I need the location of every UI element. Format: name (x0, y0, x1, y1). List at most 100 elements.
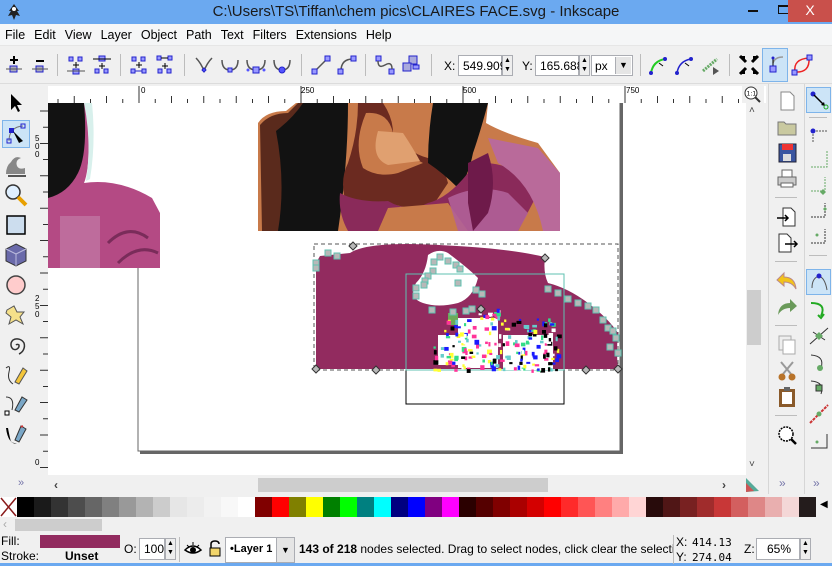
path-node[interactable] (324, 249, 332, 257)
path-node[interactable] (612, 334, 620, 342)
path-node[interactable] (444, 257, 452, 265)
save-icon[interactable] (775, 141, 799, 165)
selector-tool-icon[interactable] (3, 90, 29, 116)
node-x-input[interactable]: 549.909 (458, 55, 506, 76)
palette-swatch[interactable] (391, 497, 408, 517)
palette-swatch[interactable] (357, 497, 374, 517)
path-node[interactable] (472, 286, 480, 294)
path-node[interactable] (544, 285, 552, 293)
snap-bbox-midpoint-icon[interactable] (807, 199, 831, 223)
horizontal-scroll-thumb[interactable] (258, 478, 548, 492)
palette-swatch[interactable] (663, 497, 680, 517)
node-tool-icon[interactable] (2, 120, 30, 148)
path-node[interactable] (412, 284, 420, 292)
palette-swatch[interactable] (272, 497, 289, 517)
palette-swatch[interactable] (425, 497, 442, 517)
path-node[interactable] (609, 327, 617, 335)
path-node[interactable] (420, 281, 428, 289)
path-node[interactable] (454, 279, 462, 287)
palette-swatch[interactable] (680, 497, 697, 517)
palette-swatch[interactable] (493, 497, 510, 517)
menu-text[interactable]: Text (216, 24, 248, 42)
palette-swatch[interactable] (119, 497, 136, 517)
palette-swatch[interactable] (442, 497, 459, 517)
unit-select[interactable]: px ▼ (591, 55, 633, 76)
path-node[interactable] (574, 299, 582, 307)
node-y-input[interactable]: 165.688 (535, 55, 583, 76)
palette-swatch[interactable] (221, 497, 238, 517)
break-path-icon[interactable] (90, 53, 114, 77)
palette-menu-icon[interactable]: ◀ (820, 499, 828, 510)
spiral-tool-icon[interactable] (3, 332, 29, 358)
next-path-effect-param-icon[interactable] (647, 53, 671, 77)
node-x-spinner[interactable]: ▲ ▼ (502, 55, 513, 76)
calligraphy-tool-icon[interactable] (3, 422, 29, 448)
node-y-spinner[interactable]: ▲ ▼ (579, 55, 590, 76)
menu-path[interactable]: Path (181, 24, 216, 42)
make-smooth-icon[interactable] (218, 53, 242, 77)
undo-icon[interactable] (775, 269, 799, 293)
palette-swatch[interactable] (153, 497, 170, 517)
palette-swatch[interactable] (102, 497, 119, 517)
palette-swatch[interactable] (527, 497, 544, 517)
snap-bbox-edge-icon[interactable] (807, 147, 831, 171)
opacity-input[interactable]: 100 (139, 538, 165, 560)
palette-swatch[interactable] (731, 497, 748, 517)
palette-swatch[interactable] (646, 497, 663, 517)
new-document-icon[interactable] (775, 89, 799, 113)
rectangle-tool-icon[interactable] (3, 212, 29, 238)
palette-swatch[interactable] (697, 497, 714, 517)
palette-swatch[interactable] (629, 497, 646, 517)
path-node[interactable] (312, 264, 320, 272)
palette-swatch[interactable] (459, 497, 476, 517)
layer-lock-icon[interactable] (207, 539, 223, 559)
snap-paths-icon[interactable] (807, 298, 831, 322)
menu-filters[interactable]: Filters (248, 24, 291, 42)
delete-node-icon[interactable] (28, 53, 52, 77)
path-node[interactable] (478, 290, 486, 298)
insert-node-icon[interactable] (2, 53, 26, 77)
3d-box-tool-icon[interactable] (3, 242, 29, 268)
snap-bbox-center-icon[interactable] (807, 225, 831, 249)
object-to-path-icon[interactable] (373, 53, 397, 77)
path-node[interactable] (599, 316, 607, 324)
auto-smooth-icon[interactable] (270, 53, 294, 77)
duplicate-icon[interactable] (775, 333, 799, 357)
make-cusp-icon[interactable] (192, 53, 216, 77)
path-node[interactable] (564, 295, 572, 303)
make-symmetric-icon[interactable] (244, 53, 268, 77)
menu-object[interactable]: Object (136, 24, 181, 42)
palette-swatch[interactable] (476, 497, 493, 517)
tweak-tool-icon[interactable] (3, 152, 29, 178)
menu-help[interactable]: Help (361, 24, 396, 42)
layer-visibility-eye-icon[interactable] (183, 540, 203, 558)
export-icon[interactable] (775, 231, 799, 255)
layer-select[interactable]: •Layer 1 ▼ (225, 537, 295, 563)
palette-swatch[interactable] (170, 497, 187, 517)
menu-extensions[interactable]: Extensions (291, 24, 361, 42)
menu-edit[interactable]: Edit (29, 24, 60, 42)
palette-swatch[interactable] (17, 497, 34, 517)
path-node[interactable] (592, 306, 600, 314)
print-icon[interactable] (775, 167, 799, 191)
zoom-1-1-icon[interactable]: 1:1 (742, 86, 764, 103)
pencil-tool-icon[interactable] (3, 362, 29, 388)
zoom-input[interactable]: 65% (756, 538, 800, 560)
palette-scroll-left-icon[interactable]: ‹ (3, 517, 7, 531)
palette-swatch[interactable] (136, 497, 153, 517)
snap-midpoint-icon[interactable] (807, 402, 831, 426)
posterized-image[interactable] (258, 103, 560, 231)
path-node[interactable] (436, 253, 444, 261)
palette-swatch[interactable] (323, 497, 340, 517)
path-node[interactable] (554, 289, 562, 297)
color-manage-icon[interactable] (744, 477, 760, 493)
palette-swatch[interactable] (374, 497, 391, 517)
snap-cusp-icon[interactable] (807, 350, 831, 374)
join-segment-icon[interactable] (127, 53, 151, 77)
palette-swatch[interactable] (204, 497, 221, 517)
snap-smooth-icon[interactable] (807, 376, 831, 400)
opacity-spinner[interactable]: ▲ ▼ (165, 538, 176, 560)
path-node[interactable] (449, 308, 457, 316)
scroll-up-icon[interactable]: ˄ (749, 105, 755, 116)
palette-swatch[interactable] (68, 497, 85, 517)
